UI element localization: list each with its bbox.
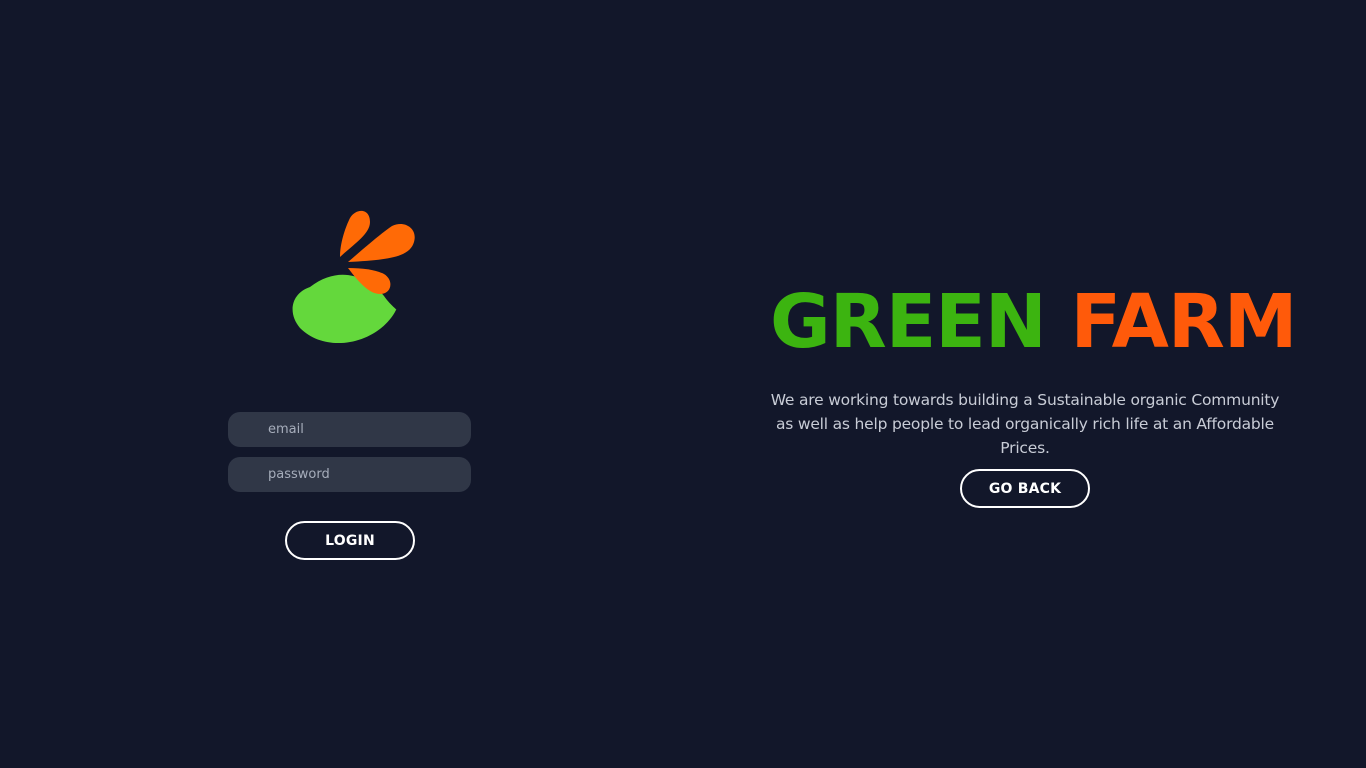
title-orange-word: FARM — [1070, 279, 1298, 365]
go-back-button[interactable]: GO BACK — [960, 469, 1090, 508]
password-field[interactable] — [228, 457, 471, 492]
title-green-word: GREEN — [770, 279, 1047, 365]
green-farm-logo-icon — [292, 210, 415, 344]
email-field[interactable] — [228, 412, 471, 447]
login-button[interactable]: LOGIN — [285, 521, 415, 560]
brand-description: We are working towards building a Sustai… — [770, 391, 1280, 457]
page-title: GREEN FARM — [770, 278, 1297, 366]
